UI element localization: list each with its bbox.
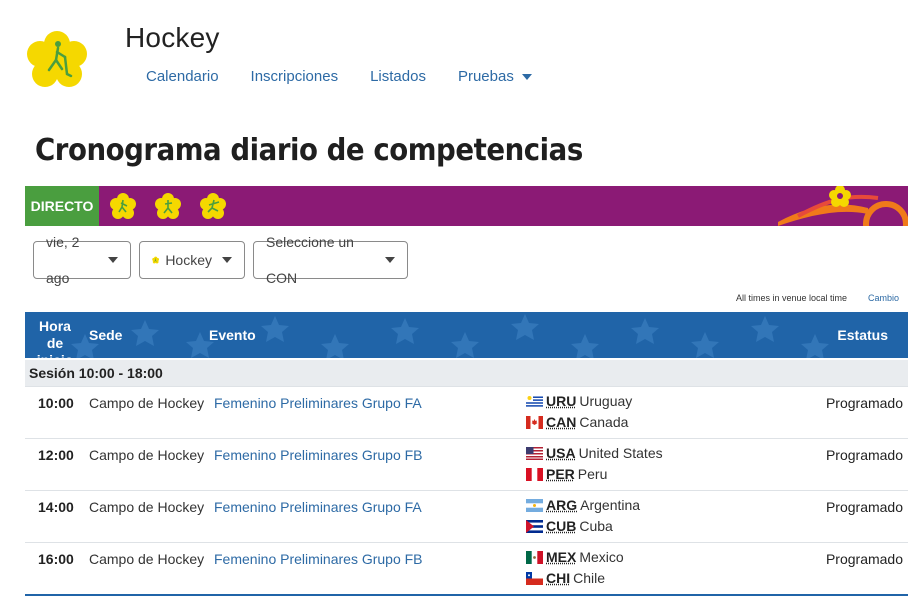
chevron-down-icon bbox=[108, 257, 118, 263]
team-code[interactable]: URU bbox=[546, 393, 576, 409]
team-home: USA United States bbox=[526, 445, 663, 461]
team-home: MEX Mexico bbox=[526, 549, 624, 565]
sport-select[interactable]: Hockey bbox=[139, 241, 245, 279]
column-event: Evento bbox=[209, 327, 256, 343]
cuba-flag-icon bbox=[526, 519, 543, 533]
noc-select-value: Seleccione un CON bbox=[266, 234, 354, 286]
team-code[interactable]: CUB bbox=[546, 518, 576, 534]
table-row[interactable]: 16:00 Campo de Hockey Femenino Prelimina… bbox=[25, 542, 908, 594]
timezone-note: All times in venue local time bbox=[736, 293, 848, 303]
uruguay-flag-icon bbox=[526, 394, 543, 408]
column-venue: Sede bbox=[89, 327, 123, 343]
team-away: CAN Canada bbox=[526, 414, 628, 430]
date-select-value: vie, 2 ago bbox=[46, 234, 80, 286]
team-name: Argentina bbox=[580, 497, 641, 513]
sport-select-value: Hockey bbox=[165, 252, 212, 268]
status-label: Programado bbox=[825, 551, 903, 567]
date-select[interactable]: vie, 2 ago bbox=[33, 234, 131, 286]
sport-title: Hockey bbox=[125, 22, 220, 53]
hockey-logo-icon bbox=[27, 31, 87, 87]
session-row: Sesión 10:00 - 18:00 bbox=[25, 360, 908, 386]
live-banner: DIRECTO bbox=[25, 186, 908, 226]
hockey-flower-icon bbox=[152, 256, 160, 264]
peru-flag-icon bbox=[526, 467, 543, 481]
team-code[interactable]: MEX bbox=[546, 549, 576, 565]
chevron-down-icon bbox=[385, 257, 395, 263]
team-code[interactable]: USA bbox=[546, 445, 576, 461]
table-row[interactable]: 10:00 Campo de Hockey Femenino Prelimina… bbox=[25, 386, 908, 438]
team-name: Canada bbox=[579, 414, 629, 430]
start-time: 16:00 bbox=[38, 551, 74, 567]
team-home: ARG Argentina bbox=[526, 497, 640, 513]
table-header: Hora de inicio Sede Evento Estatus bbox=[25, 312, 908, 358]
hockey-flower-icon[interactable] bbox=[154, 192, 182, 220]
nav-inscripciones[interactable]: Inscripciones bbox=[235, 66, 355, 87]
chevron-down-icon bbox=[521, 74, 532, 81]
chile-flag-icon bbox=[526, 571, 543, 585]
venue: Campo de Hockey bbox=[89, 551, 205, 567]
venue: Campo de Hockey bbox=[89, 447, 205, 463]
team-name: Cuba bbox=[579, 518, 613, 534]
team-name: Mexico bbox=[579, 549, 624, 565]
header-pattern bbox=[71, 314, 829, 358]
event-link[interactable]: Femenino Preliminares Grupo FA bbox=[214, 395, 422, 411]
team-code[interactable]: ARG bbox=[546, 497, 577, 513]
team-code[interactable]: PER bbox=[546, 466, 575, 482]
table-row[interactable]: 14:00 Campo de Hockey Femenino Prelimina… bbox=[25, 490, 908, 542]
page-title: Cronograma diario de competencias bbox=[35, 133, 583, 168]
team-away: PER Peru bbox=[526, 466, 607, 482]
start-time: 10:00 bbox=[38, 395, 74, 411]
status-label: Programado bbox=[825, 447, 903, 463]
event-link[interactable]: Femenino Preliminares Grupo FA bbox=[214, 499, 422, 515]
start-time: 14:00 bbox=[38, 499, 74, 515]
column-start-time: Hora de inicio bbox=[37, 318, 74, 358]
team-code[interactable]: CHI bbox=[546, 570, 570, 586]
nav-listados[interactable]: Listados bbox=[354, 66, 442, 87]
table-bottom-border bbox=[25, 594, 908, 596]
banner-decoration bbox=[778, 186, 908, 226]
event-link[interactable]: Femenino Preliminares Grupo FB bbox=[214, 447, 423, 463]
status-label: Programado bbox=[825, 499, 903, 515]
main-nav: Calendario Inscripciones Listados Prueba… bbox=[130, 66, 548, 87]
mexico-flag-icon bbox=[526, 550, 543, 564]
team-away: CUB Cuba bbox=[526, 518, 613, 534]
status-label: Programado bbox=[825, 395, 903, 411]
team-code[interactable]: CAN bbox=[546, 414, 576, 430]
usa-flag-icon bbox=[526, 446, 543, 460]
nav-pruebas-dropdown[interactable]: Pruebas bbox=[442, 66, 548, 87]
team-name: Uruguay bbox=[579, 393, 633, 409]
column-status: Estatus bbox=[837, 327, 888, 343]
team-home: URU Uruguay bbox=[526, 393, 632, 409]
canada-flag-icon bbox=[526, 415, 543, 429]
start-time: 12:00 bbox=[38, 447, 74, 463]
team-name: Peru bbox=[577, 466, 608, 482]
argentina-flag-icon bbox=[526, 498, 543, 512]
nav-pruebas-label: Pruebas bbox=[457, 68, 514, 85]
chevron-down-icon bbox=[222, 257, 232, 263]
venue: Campo de Hockey bbox=[89, 395, 205, 411]
team-name: Chile bbox=[573, 570, 606, 586]
venue: Campo de Hockey bbox=[89, 499, 205, 515]
nav-calendario[interactable]: Calendario bbox=[130, 66, 235, 87]
hockey-flower-icon[interactable] bbox=[199, 192, 227, 220]
team-away: CHI Chile bbox=[526, 570, 605, 586]
hockey-flower-icon[interactable] bbox=[109, 192, 137, 220]
event-link[interactable]: Femenino Preliminares Grupo FB bbox=[214, 551, 423, 567]
team-name: United States bbox=[578, 445, 663, 461]
live-badge[interactable]: DIRECTO bbox=[25, 186, 99, 226]
timezone-change-link[interactable]: Cambio bbox=[868, 293, 899, 303]
noc-select[interactable]: Seleccione un CON bbox=[253, 234, 408, 286]
table-row[interactable]: 12:00 Campo de Hockey Femenino Prelimina… bbox=[25, 438, 908, 490]
